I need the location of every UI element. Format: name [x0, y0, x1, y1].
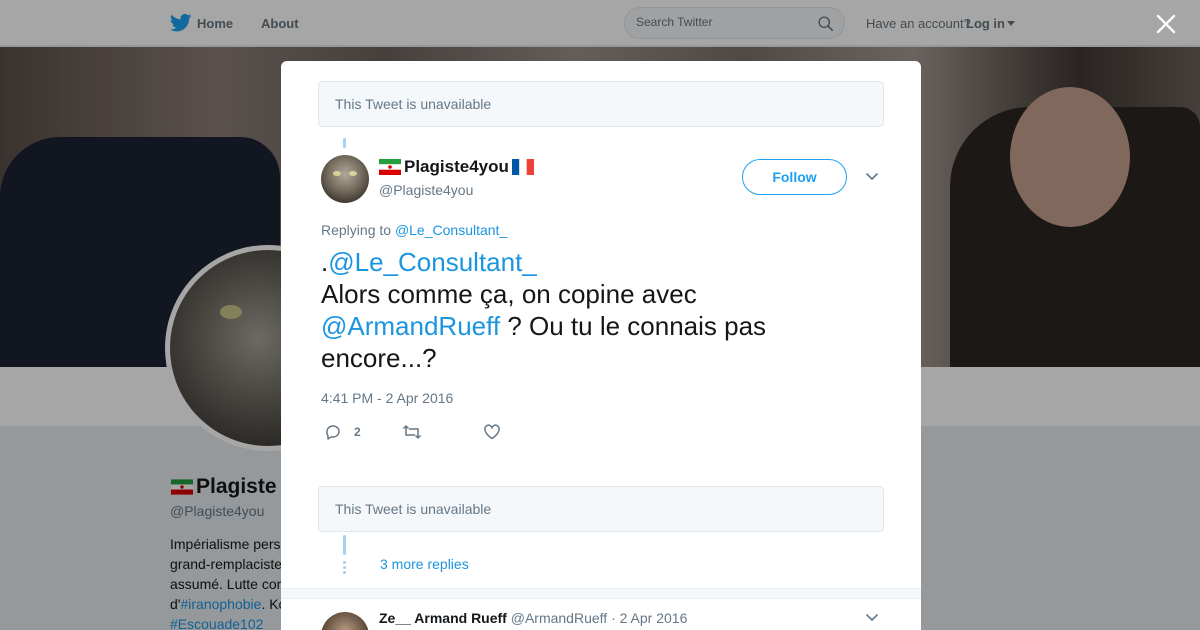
author-name-row[interactable]: Plagiste4you: [379, 157, 534, 177]
replying-to: Replying to @Le_Consultant_: [321, 222, 507, 238]
reply-icon: [326, 425, 340, 440]
close-icon[interactable]: [1155, 13, 1177, 35]
iran-flag-icon: [379, 159, 401, 175]
retweet-button[interactable]: [402, 422, 422, 442]
reply-header: Ze__ Armand Rueff @ArmandRueff · 2 Apr 2…: [379, 610, 687, 626]
tweet-line: encore...?: [321, 343, 437, 373]
reply-button[interactable]: 2: [324, 422, 361, 442]
tweet-modal: This Tweet is unavailable Plagiste4you @…: [281, 61, 921, 630]
tweet-line: @ArmandRueff ? Ou tu le connais pas: [321, 310, 881, 342]
unavailable-tweet-notice: This Tweet is unavailable: [318, 486, 884, 532]
reply-author-avatar[interactable]: [321, 612, 369, 630]
unavailable-tweet-notice: This Tweet is unavailable: [318, 81, 884, 127]
retweet-icon: [402, 424, 422, 440]
reply-separator: ·: [611, 610, 616, 626]
tweet-line: Alors comme ça, on copine avec: [321, 279, 697, 309]
mention-link[interactable]: @ArmandRueff: [321, 311, 500, 341]
section-divider: [281, 588, 921, 599]
heart-icon: [484, 424, 500, 440]
replying-prefix: Replying to: [321, 222, 392, 238]
chevron-down-icon[interactable]: [864, 169, 880, 185]
like-button[interactable]: [483, 422, 501, 442]
thread-connector: [343, 535, 346, 555]
thread-connector: [343, 138, 346, 148]
follow-button[interactable]: Follow: [742, 159, 847, 195]
france-flag-icon: [511, 159, 534, 175]
tweet-text-part: ? Ou tu le connais pas: [500, 311, 767, 341]
reply-date[interactable]: 2 Apr 2016: [620, 610, 688, 626]
mention-link[interactable]: @Le_Consultant_: [328, 247, 537, 277]
author-name[interactable]: Plagiste4you: [404, 157, 509, 177]
tweet-line: .@Le_Consultant_: [321, 246, 881, 278]
tweet-text: .@Le_Consultant_ Alors comme ça, on copi…: [321, 246, 881, 374]
more-replies-link[interactable]: 3 more replies: [380, 556, 469, 572]
reply-author-name[interactable]: Ze__ Armand Rueff: [379, 610, 507, 626]
tweet-timestamp[interactable]: 4:41 PM - 2 Apr 2016: [321, 390, 453, 406]
reply-author-handle[interactable]: @ArmandRueff: [511, 610, 607, 626]
author-avatar[interactable]: [321, 155, 369, 203]
author-handle[interactable]: @Plagiste4you: [379, 182, 473, 198]
chevron-down-icon[interactable]: [864, 610, 880, 626]
reply-count: 2: [354, 425, 361, 439]
replying-to-mention[interactable]: @Le_Consultant_: [395, 222, 507, 238]
